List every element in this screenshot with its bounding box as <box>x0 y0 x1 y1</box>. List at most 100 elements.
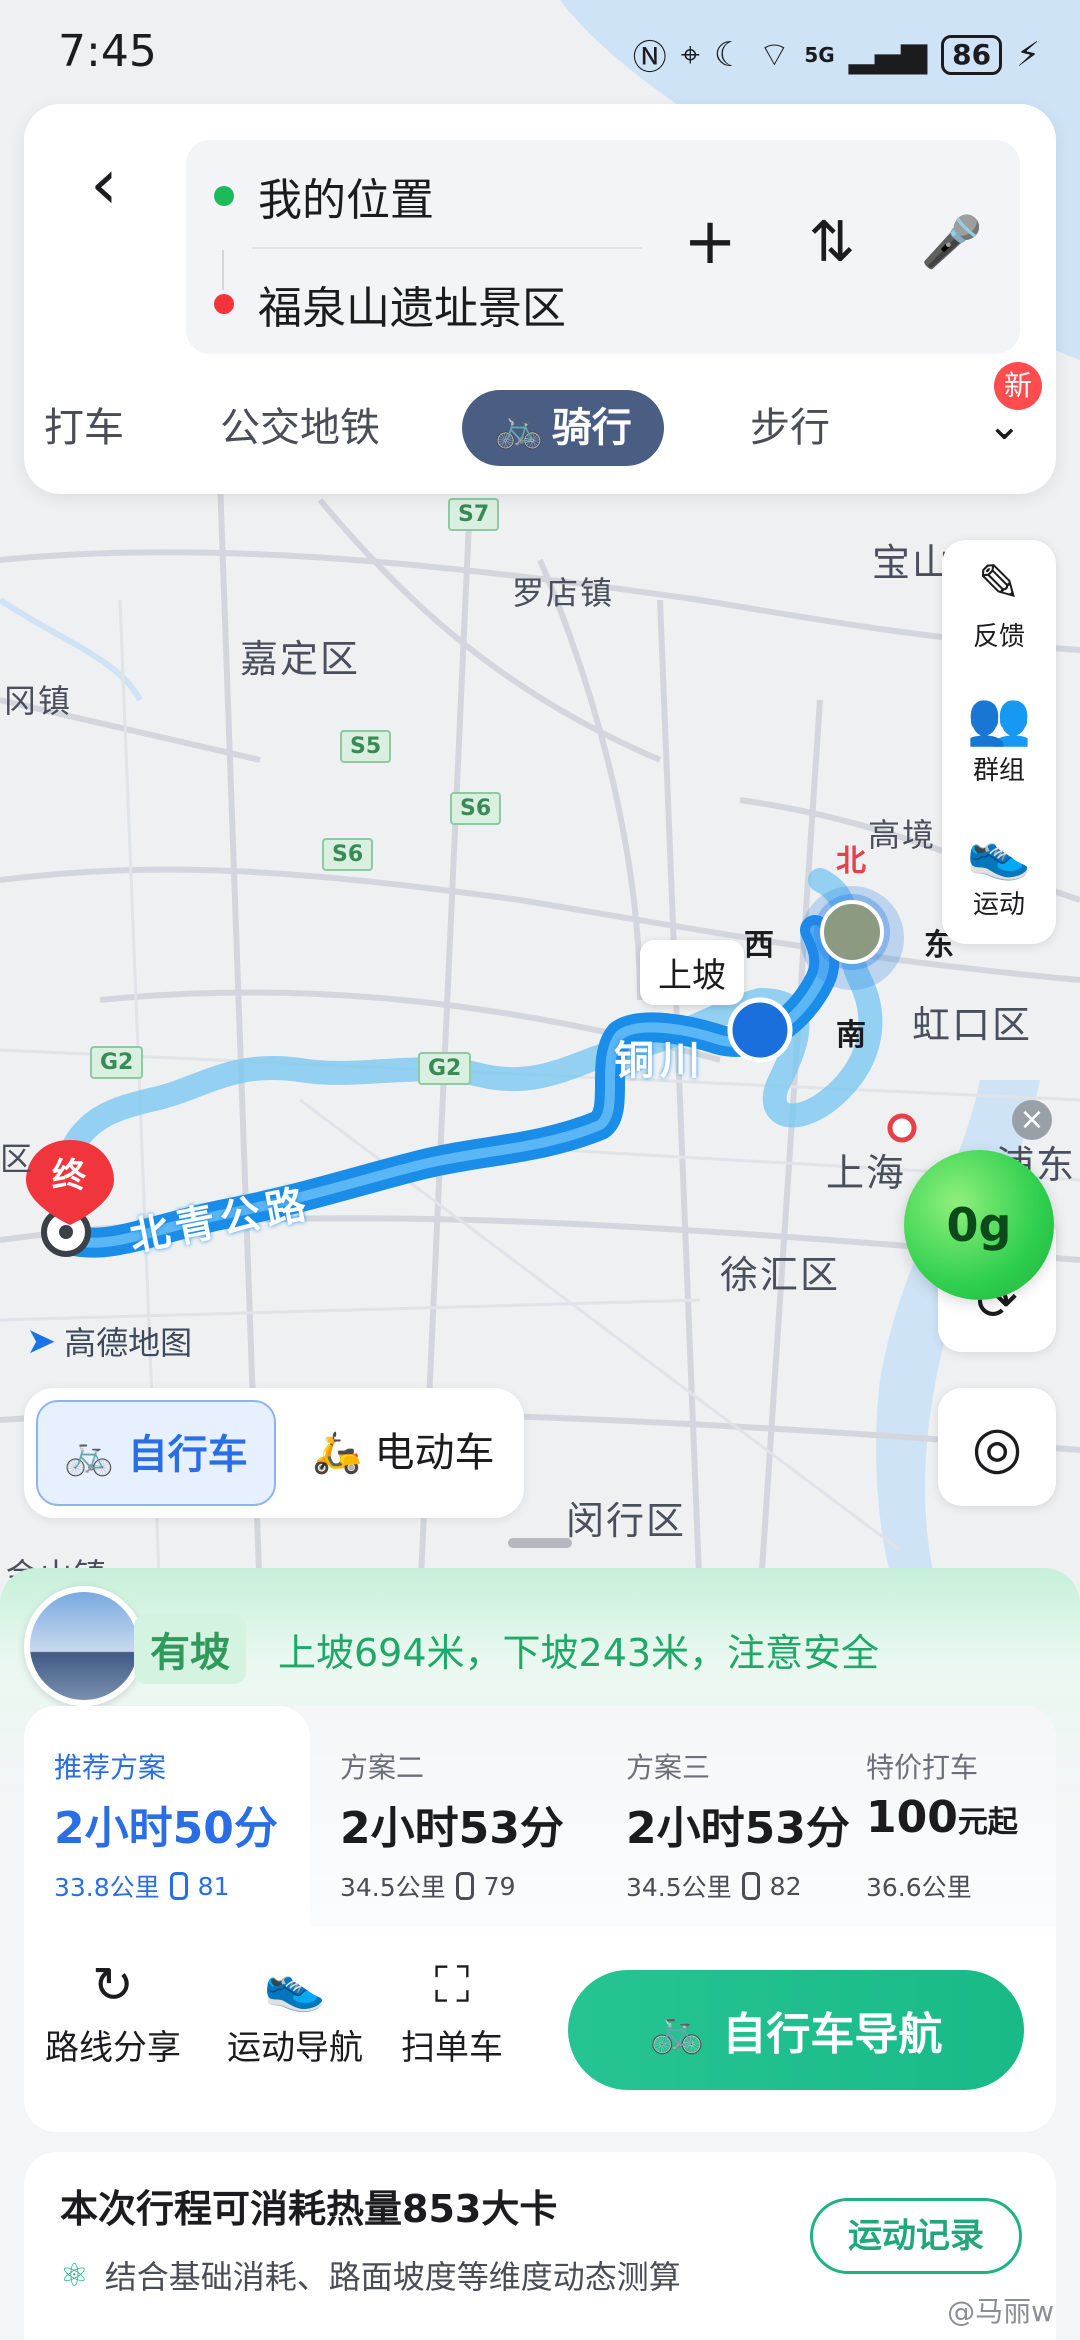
nfc-icon: Ⓝ <box>632 38 667 78</box>
map-label-baoshan: 宝山 <box>872 541 953 585</box>
start-bicycle-navigation-button[interactable]: 🚲 自行车导航 <box>568 1970 1024 2090</box>
bicycle-icon: 🚲 <box>64 1432 114 1478</box>
road-shield-s6: S6 <box>450 792 502 825</box>
map-label-gangzhen: 冈镇 <box>4 682 73 720</box>
destination-field[interactable]: 福泉山遗址景区 <box>214 272 566 336</box>
tab-cycling[interactable]: 🚲 骑行 <box>462 390 664 466</box>
share-icon: ↻ <box>92 1956 134 2014</box>
sheet-drag-handle[interactable] <box>508 1538 572 1548</box>
status-time: 7:45 <box>58 26 157 77</box>
scan-bike-button[interactable]: ⛶ 扫单车 <box>392 1956 512 2069</box>
scooter-icon: 🛵 <box>312 1430 362 1476</box>
microphone-icon: 🎤 <box>920 212 984 271</box>
calorie-title: 本次行程可消耗热量853大卡 <box>60 2187 558 2231</box>
map-label-minhang: 闵行区 <box>566 1499 687 1543</box>
map-label-xuhui: 徐汇区 <box>720 1253 841 1297</box>
carbon-bubble-close-button[interactable]: × <box>1012 1100 1052 1140</box>
user-avatar-marker <box>820 900 884 964</box>
bicycle-icon: 🚲 <box>649 2005 705 2056</box>
origin-text: 我的位置 <box>258 175 434 226</box>
compass-south: 南 <box>836 1018 866 1053</box>
route-road-label-tongchuan: 铜川 <box>614 1038 706 1084</box>
route-plans-card: 推荐方案 2小时50分 33.8公里 81 方案二 2小时53分 34.5公里 … <box>24 1706 1056 2132</box>
swap-route-button[interactable]: ⇅ <box>792 202 872 282</box>
network-label: 5G <box>804 42 835 67</box>
sport-shoe-icon: 👟 <box>263 1956 327 2014</box>
route-separator <box>252 247 642 249</box>
status-icons: Ⓝ ⌖ ☾ ⌔ 5G ▂▄▆ 86 ⚡ <box>633 30 1040 79</box>
tab-walking[interactable]: 步行 <box>750 390 830 466</box>
amap-arrow-icon: ➤ <box>26 1320 57 1362</box>
slope-info-row: 有坡 上坡694米，下坡243米，注意安全 <box>24 1586 1064 1706</box>
vehicle-ebike-option[interactable]: 🛵 电动车 <box>286 1400 521 1506</box>
watermark: @马丽w <box>947 2295 1054 2328</box>
slope-text: 上坡694米，下坡243米，注意安全 <box>278 1631 880 1675</box>
battery-level: 86 <box>941 34 1003 75</box>
back-button[interactable]: ‹ <box>64 143 144 225</box>
pen-icon: ✎ <box>977 554 1021 614</box>
vehicle-type-toggle: 🚲 自行车 🛵 电动车 <box>24 1388 524 1518</box>
new-badge: 新 <box>994 362 1042 410</box>
plan-two[interactable]: 方案二 2小时53分 34.5公里 79 <box>310 1706 596 1926</box>
route-search-card: ‹ 我的位置 福泉山遗址景区 + ⇅ 🎤 打车 公交地铁 🚲 骑行 步行 ⌄ 新 <box>24 104 1056 494</box>
status-bar: 7:45 Ⓝ ⌖ ☾ ⌔ 5G ▂▄▆ 86 ⚡ <box>0 0 1080 100</box>
bicycle-icon: 🚲 <box>494 405 544 451</box>
end-marker-label: 终 <box>52 1156 86 1196</box>
slope-tag: 有坡 <box>134 1614 246 1684</box>
plan-recommended[interactable]: 推荐方案 2小时50分 33.8公里 81 <box>24 1706 310 1926</box>
map-side-tools: ✎ 反馈 👥 群组 👟 运动 <box>942 540 1056 944</box>
map-label-gaojing: 高境 <box>868 816 937 854</box>
charging-icon: ⚡ <box>1016 34 1040 75</box>
traffic-light-icon <box>455 1872 474 1900</box>
tab-transit[interactable]: 公交地铁 <box>220 390 380 466</box>
route-input-box: 我的位置 福泉山遗址景区 + ⇅ 🎤 <box>186 140 1020 354</box>
slope-mountain-icon <box>24 1586 144 1706</box>
road-shield-s7: S7 <box>448 498 500 531</box>
compass-west: 西 <box>744 928 774 963</box>
amap-logo: ➤ 高德地图 <box>26 1320 193 1363</box>
road-shield-s6-b: S6 <box>322 838 374 871</box>
feedback-button[interactable]: ✎ 反馈 <box>942 540 1056 670</box>
road-shield-g2-b: G2 <box>418 1052 472 1085</box>
scan-icon: ⛶ <box>434 1956 470 2014</box>
route-bottom-sheet: 有坡 上坡694米，下坡243米，注意安全 推荐方案 2小时50分 33.8公里… <box>0 1568 1080 2340</box>
destination-text: 福泉山遗址景区 <box>258 283 566 334</box>
uphill-popup[interactable]: 上坡 <box>640 940 744 1005</box>
road-shield-g2: G2 <box>90 1046 144 1079</box>
signal-icon: ▂▄▆ <box>848 34 928 75</box>
back-arrow-icon: ‹ <box>90 143 118 225</box>
travel-mode-tabs: 打车 公交地铁 🚲 骑行 步行 ⌄ 新 <box>24 362 1056 470</box>
calorie-subtitle: ⚛ 结合基础消耗、路面坡度等维度动态测算 <box>60 2256 681 2296</box>
vehicle-bicycle-option[interactable]: 🚲 自行车 <box>36 1400 276 1506</box>
group-button[interactable]: 👥 群组 <box>942 674 1056 804</box>
wifi-icon: ⌔ <box>758 35 791 75</box>
group-icon: 👥 <box>966 689 1032 749</box>
origin-field[interactable]: 我的位置 <box>214 164 434 228</box>
locate-button[interactable]: ◎ <box>938 1388 1056 1506</box>
map-label-shanghai: 上海 <box>826 1151 907 1195</box>
map-label-hongkou: 虹口区 <box>912 1003 1033 1047</box>
plus-icon: + <box>683 205 737 279</box>
moon-icon: ☾ <box>713 34 745 75</box>
map-label-luodian: 罗店镇 <box>512 574 615 612</box>
swap-icon: ⇅ <box>808 209 856 275</box>
sport-navigation-button[interactable]: 👟 运动导航 <box>220 1956 370 2069</box>
sport-record-button[interactable]: 运动记录 <box>810 2198 1022 2274</box>
calorie-card: 本次行程可消耗热量853大卡 ⚛ 结合基础消耗、路面坡度等维度动态测算 运动记录 <box>24 2152 1056 2340</box>
plan-three[interactable]: 方案三 2小时53分 34.5公里 82 <box>596 1706 866 1926</box>
plan-taxi-deal[interactable]: 特价打车 100元起 36.6公里 <box>866 1706 1056 1926</box>
destination-dot-icon <box>214 294 234 314</box>
voice-input-button[interactable]: 🎤 <box>912 202 992 282</box>
origin-dot-icon <box>214 186 234 206</box>
locate-icon: ◎ <box>971 1413 1023 1481</box>
atom-icon: ⚛ <box>60 2256 89 2294</box>
traffic-light-icon <box>741 1872 760 1900</box>
sport-button[interactable]: 👟 运动 <box>942 808 1056 938</box>
carbon-bubble[interactable]: 0g <box>904 1150 1054 1300</box>
traffic-light-icon <box>169 1872 188 1900</box>
add-waypoint-button[interactable]: + <box>670 202 750 282</box>
route-share-button[interactable]: ↻ 路线分享 <box>38 1956 188 2069</box>
compass-north: 北 <box>836 844 866 879</box>
road-shield-s5: S5 <box>340 730 392 763</box>
tab-taxi[interactable]: 打车 <box>44 390 124 466</box>
